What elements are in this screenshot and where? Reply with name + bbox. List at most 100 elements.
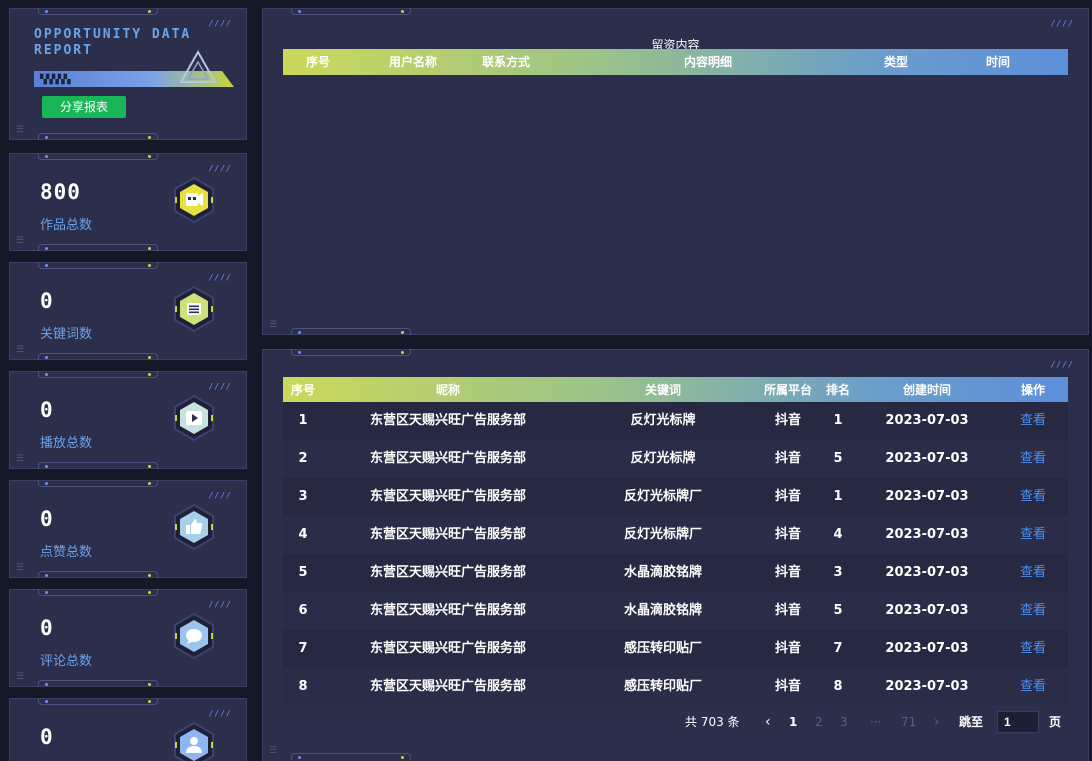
triangle-logo-icon bbox=[179, 49, 217, 83]
stat-label: 关键词数 bbox=[40, 327, 93, 342]
panel-tick-decoration: //// bbox=[208, 164, 232, 173]
cell-rank: 5 bbox=[833, 603, 843, 618]
cell-created-time: 2023-07-03 bbox=[885, 527, 969, 542]
stat-card: //// 0 评论总数 ☰ bbox=[9, 589, 247, 687]
cell-index: 3 bbox=[298, 489, 308, 504]
cell-index: 5 bbox=[298, 565, 308, 580]
cell-keyword: 水晶滴胶铭牌 bbox=[623, 565, 702, 580]
cell-keyword: 反灯光标牌厂 bbox=[623, 489, 702, 504]
page-ellipsis-button[interactable]: ··· bbox=[870, 711, 881, 733]
share-report-button[interactable]: 分享报表 bbox=[42, 96, 126, 118]
panel-bottom-decoration bbox=[291, 753, 411, 760]
panel-menu-icon: ☰ bbox=[269, 320, 278, 330]
list-icon bbox=[174, 285, 214, 333]
col-username: 用户名称 bbox=[388, 55, 437, 69]
pagination: 共 703 条 ‹ 1 2 3 ··· 71 › 跳至 页 bbox=[683, 711, 1068, 733]
stat-card: //// 0 播放总数 ☰ bbox=[9, 371, 247, 469]
panel-menu-icon: ☰ bbox=[269, 746, 278, 756]
view-link[interactable]: 查看 bbox=[1013, 554, 1053, 592]
col-contact: 联系方式 bbox=[481, 55, 530, 69]
leads-panel: //// 留资内容 序号 用户名称 联系方式 内容明细 类型 时间 ☰ bbox=[262, 8, 1089, 335]
ranking-panel: //// 序号 昵称 关键词 所属平台 排名 创建时间 操作 1 东营区天赐兴旺… bbox=[262, 349, 1089, 761]
panel-tick-decoration: //// bbox=[208, 709, 232, 718]
page-last-button[interactable]: 71 bbox=[901, 711, 916, 733]
page-1-button[interactable]: 1 bbox=[789, 711, 797, 733]
col-created-time: 创建时间 bbox=[902, 383, 951, 397]
panel-tick-decoration: //// bbox=[1050, 360, 1074, 369]
panel-top-decoration bbox=[291, 349, 411, 356]
table-row: 7 东营区天赐兴旺广告服务部 感压转印贴厂 抖音 7 2023-07-03 查看 bbox=[283, 630, 1068, 668]
stat-value: 0 bbox=[40, 398, 54, 422]
page-3-button[interactable]: 3 bbox=[840, 711, 848, 733]
panel-top-decoration bbox=[38, 589, 158, 596]
goto-page-input[interactable] bbox=[997, 711, 1039, 733]
view-link[interactable]: 查看 bbox=[1013, 478, 1053, 516]
stat-card: //// 0 关键词数 ☰ bbox=[9, 262, 247, 360]
stat-card: //// 800 作品总数 ☰ bbox=[9, 153, 247, 251]
table-row: 4 东营区天赐兴旺广告服务部 反灯光标牌厂 抖音 4 2023-07-03 查看 bbox=[283, 516, 1068, 554]
cell-index: 2 bbox=[298, 451, 308, 466]
cell-rank: 4 bbox=[833, 527, 843, 542]
cell-nickname: 东营区天赐兴旺广告服务部 bbox=[369, 413, 526, 428]
panel-bottom-decoration bbox=[291, 328, 411, 335]
logo-panel: //// OPPORTUNITY DATA REPORT ▚▚▚▚▚ 分享报表 … bbox=[9, 8, 247, 140]
cell-rank: 1 bbox=[833, 413, 843, 428]
cell-platform: 抖音 bbox=[774, 451, 801, 466]
stat-label: 点赞总数 bbox=[40, 545, 93, 560]
cell-platform: 抖音 bbox=[774, 527, 801, 542]
panel-top-decoration bbox=[38, 698, 158, 705]
total-count: 共 703 条 bbox=[685, 715, 740, 729]
cell-platform: 抖音 bbox=[774, 641, 801, 656]
cell-rank: 1 bbox=[833, 489, 843, 504]
panel-bottom-decoration bbox=[38, 571, 158, 578]
stat-value: 0 bbox=[40, 289, 54, 313]
panel-tick-decoration: //// bbox=[1050, 19, 1074, 28]
panel-bottom-decoration bbox=[38, 244, 158, 251]
cell-nickname: 东营区天赐兴旺广告服务部 bbox=[369, 451, 526, 466]
cell-rank: 5 bbox=[833, 451, 843, 466]
cell-keyword: 反灯光标牌厂 bbox=[623, 527, 702, 542]
stat-card: //// 0 点赞总数 ☰ bbox=[9, 480, 247, 578]
prev-page-button[interactable]: ‹ bbox=[765, 711, 771, 733]
cell-created-time: 2023-07-03 bbox=[885, 641, 969, 656]
view-link[interactable]: 查看 bbox=[1013, 402, 1053, 440]
stat-label: 评论总数 bbox=[40, 654, 93, 669]
cell-nickname: 东营区天赐兴旺广告服务部 bbox=[369, 679, 526, 694]
ranking-table-body: 1 东营区天赐兴旺广告服务部 反灯光标牌 抖音 1 2023-07-03 查看 … bbox=[283, 402, 1068, 706]
thumbs-up-icon bbox=[174, 503, 214, 551]
view-link[interactable]: 查看 bbox=[1013, 516, 1053, 554]
cell-nickname: 东营区天赐兴旺广告服务部 bbox=[369, 641, 526, 656]
table-row: 8 东营区天赐兴旺广告服务部 感压转印贴厂 抖音 8 2023-07-03 查看 bbox=[283, 668, 1068, 706]
cell-keyword: 水晶滴胶铭牌 bbox=[623, 603, 702, 618]
panel-bottom-decoration bbox=[38, 680, 158, 687]
play-icon bbox=[174, 394, 214, 442]
panel-top-decoration bbox=[38, 153, 158, 160]
cell-platform: 抖音 bbox=[774, 413, 801, 428]
next-page-button[interactable]: › bbox=[934, 711, 940, 733]
cell-index: 1 bbox=[298, 413, 308, 428]
col-keyword: 关键词 bbox=[644, 383, 681, 397]
cell-index: 7 bbox=[298, 641, 308, 656]
page-2-button[interactable]: 2 bbox=[815, 711, 823, 733]
cell-platform: 抖音 bbox=[774, 603, 801, 618]
view-link[interactable]: 查看 bbox=[1013, 592, 1053, 630]
panel-tick-decoration: //// bbox=[208, 382, 232, 391]
panel-menu-icon: ☰ bbox=[16, 563, 25, 573]
panel-top-decoration bbox=[38, 262, 158, 269]
cell-nickname: 东营区天赐兴旺广告服务部 bbox=[369, 489, 526, 504]
col-rank: 排名 bbox=[825, 383, 850, 397]
col-type: 类型 bbox=[883, 55, 908, 69]
cell-platform: 抖音 bbox=[774, 679, 801, 694]
cell-platform: 抖音 bbox=[774, 565, 801, 580]
cell-keyword: 反灯光标牌 bbox=[630, 451, 696, 466]
view-link[interactable]: 查看 bbox=[1013, 630, 1053, 668]
panel-bottom-decoration bbox=[38, 462, 158, 469]
view-link[interactable]: 查看 bbox=[1013, 668, 1053, 706]
stat-value: 800 bbox=[40, 180, 81, 204]
cell-nickname: 东营区天赐兴旺广告服务部 bbox=[369, 565, 526, 580]
col-content-detail: 内容明细 bbox=[683, 55, 732, 69]
view-link[interactable]: 查看 bbox=[1013, 440, 1053, 478]
cell-nickname: 东营区天赐兴旺广告服务部 bbox=[369, 603, 526, 618]
table-row: 1 东营区天赐兴旺广告服务部 反灯光标牌 抖音 1 2023-07-03 查看 bbox=[283, 402, 1068, 440]
cell-nickname: 东营区天赐兴旺广告服务部 bbox=[369, 527, 526, 542]
